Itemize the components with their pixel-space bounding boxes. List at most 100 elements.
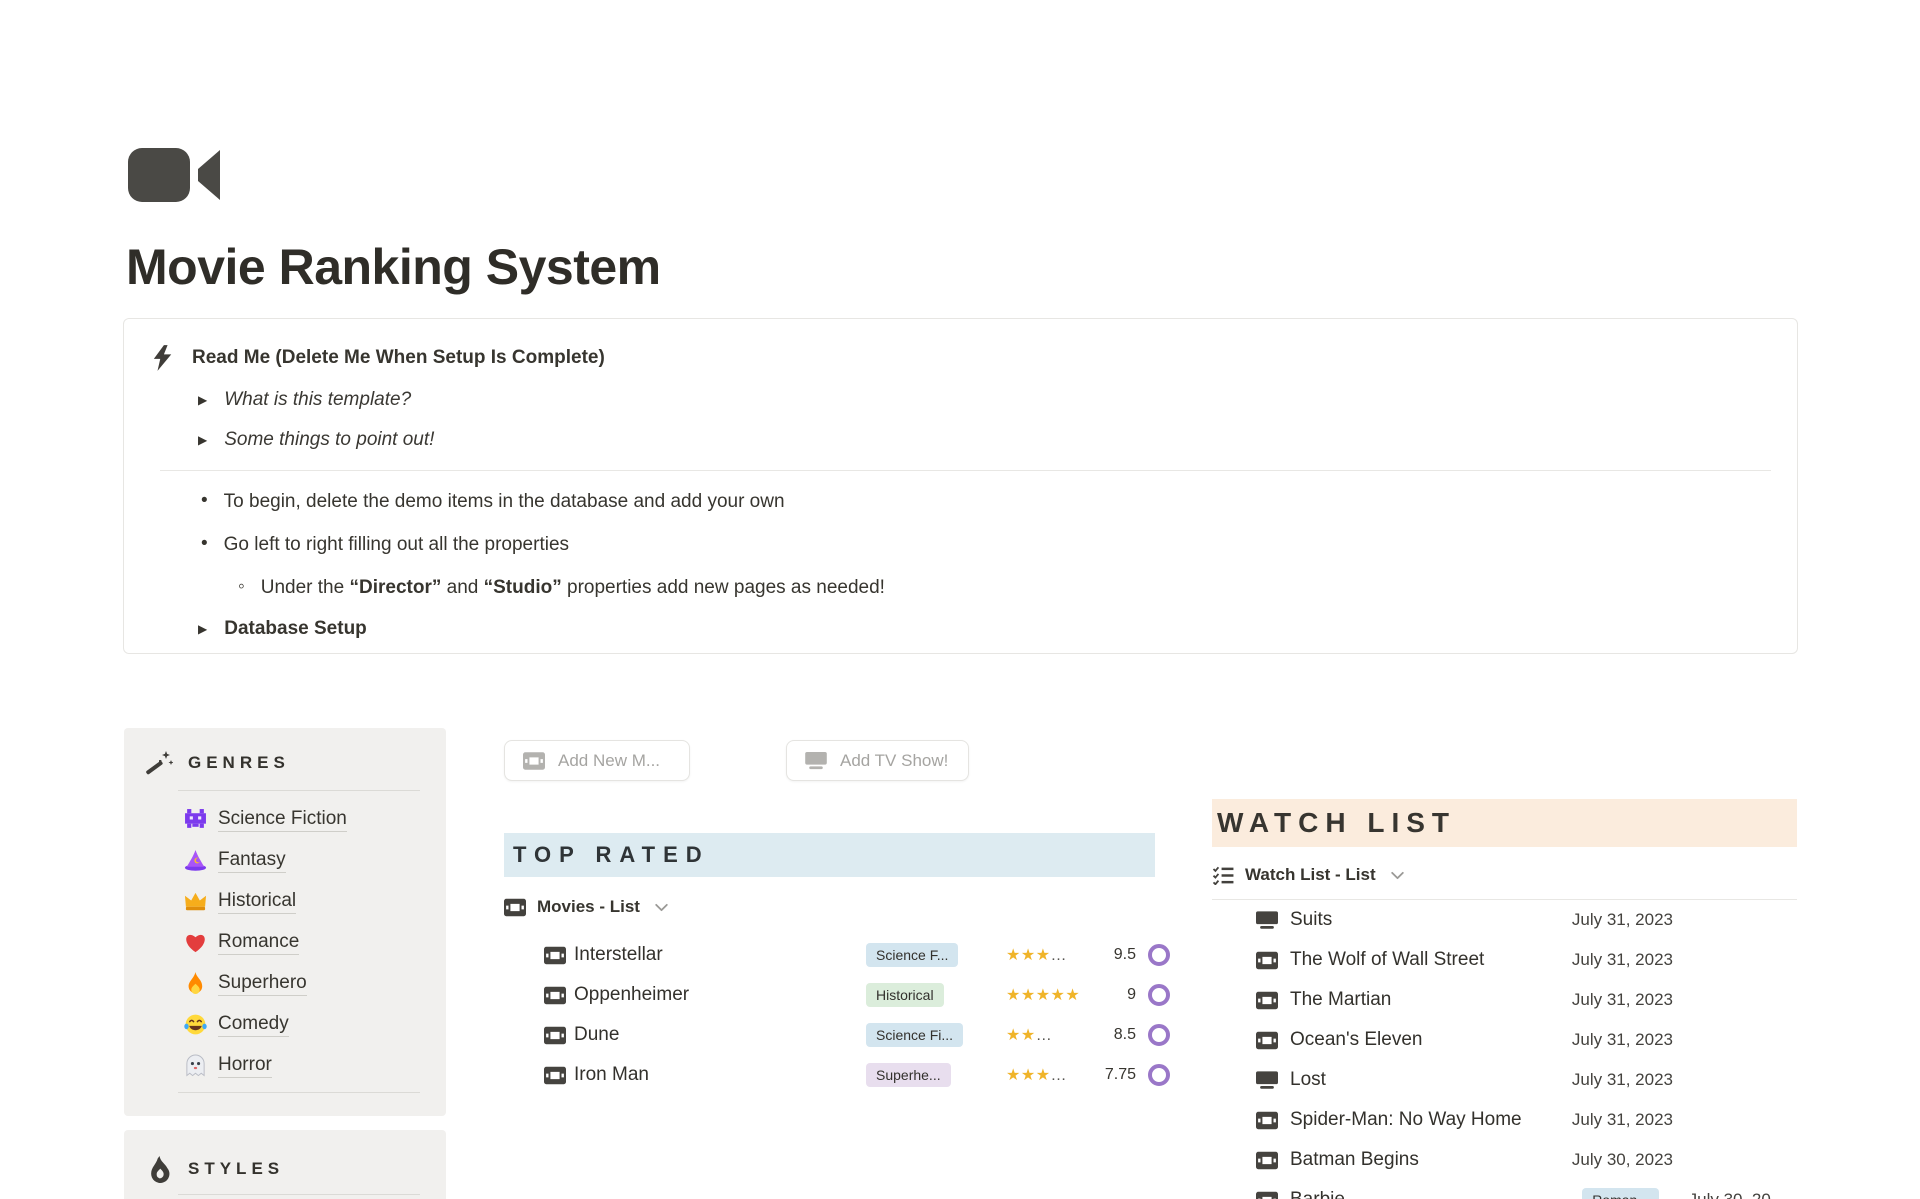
watch-date: July 30, 2023	[1572, 1150, 1673, 1170]
genres-card: GENRES Science Fiction Fantasy Historica…	[124, 728, 446, 1116]
bullet-item: • Go left to right filling out all the p…	[201, 533, 1771, 557]
genre-link[interactable]: Romance	[218, 931, 299, 955]
movie-title[interactable]: Iron Man	[574, 1064, 866, 1086]
genre-tag: Historical	[866, 983, 944, 1007]
toggle-database-setup[interactable]: ▶ Database Setup	[198, 615, 1771, 642]
watch-list-banner: WATCH LIST	[1212, 799, 1797, 847]
movie-title[interactable]: Dune	[574, 1024, 866, 1046]
genre-link-item[interactable]: Romance	[124, 922, 446, 963]
genre-link-item[interactable]: Historical	[124, 881, 446, 922]
video-camera-icon[interactable]	[128, 145, 224, 205]
bullet-icon: •	[201, 490, 208, 512]
watch-list-row[interactable]: Spider-Man: No Way Home July 31, 2023	[1212, 1100, 1797, 1140]
genre-tag: Superhe...	[866, 1063, 951, 1087]
top-rated-column: Add New M... Add TV Show! TOP RATED Movi…	[504, 740, 1164, 1095]
add-tv-show-button[interactable]: Add TV Show!	[786, 740, 969, 781]
genre-tag: Science Fi...	[866, 1023, 963, 1047]
genre-link-item[interactable]: Horror	[124, 1045, 446, 1086]
flame-icon	[146, 1156, 173, 1183]
watch-list-row[interactable]: Lost July 31, 2023	[1212, 1060, 1797, 1100]
watch-date: July 31, 2023	[1572, 1110, 1673, 1130]
toggle-triangle-icon: ▶	[198, 394, 207, 406]
watch-item-title[interactable]: Batman Begins	[1290, 1149, 1572, 1171]
button-label: Add New M...	[558, 751, 660, 771]
watch-item-title[interactable]: Lost	[1290, 1069, 1572, 1091]
movies-list-title: Movies - List	[537, 897, 640, 917]
genre-link-item[interactable]: Comedy	[124, 1004, 446, 1045]
watch-list-row[interactable]: Suits July 31, 2023	[1212, 900, 1797, 940]
watch-item-title[interactable]: Barbie	[1290, 1189, 1582, 1199]
movie-title[interactable]: Oppenheimer	[574, 984, 866, 1006]
movies-list-header[interactable]: Movies - List	[504, 897, 1164, 917]
genre-link-item[interactable]: Science Fiction	[124, 799, 446, 840]
watch-list-row[interactable]: Barbie Roman... July 30, 20...	[1212, 1180, 1797, 1199]
page-title: Movie Ranking System	[126, 238, 661, 296]
toggle-label: Some things to point out!	[224, 429, 434, 451]
tv-icon	[1256, 911, 1278, 930]
genre-link[interactable]: Superhero	[218, 972, 307, 996]
toggle-triangle-icon: ▶	[198, 434, 207, 446]
ghost-icon	[184, 1054, 207, 1077]
rating-value: 7.75	[1105, 1066, 1136, 1084]
movies-list: Interstellar Science F... ★★★… 9.5 Oppen…	[504, 935, 1164, 1095]
genre-link[interactable]: Historical	[218, 890, 296, 914]
watch-list-row[interactable]: The Martian July 31, 2023	[1212, 980, 1797, 1020]
heart-icon	[184, 931, 207, 954]
sub-bullet-text: Under the “Director” and “Studio” proper…	[261, 576, 885, 599]
bold-studio: “Studio”	[484, 577, 562, 598]
watch-list-row[interactable]: Ocean's Eleven July 31, 2023	[1212, 1020, 1797, 1060]
watch-item-title[interactable]: The Martian	[1290, 989, 1572, 1011]
hollow-bullet-icon: ◦	[238, 576, 245, 598]
add-new-movie-button[interactable]: Add New M...	[504, 740, 690, 781]
watch-list-row[interactable]: Batman Begins July 30, 2023	[1212, 1140, 1797, 1180]
movie-row[interactable]: Iron Man Superhe... ★★★… 7.75	[504, 1055, 1164, 1095]
space-invader-icon	[184, 808, 207, 831]
watched-toggle-ring[interactable]	[1148, 1064, 1170, 1086]
star-rating: ★★…	[1006, 1025, 1101, 1045]
button-label: Add TV Show!	[840, 751, 948, 771]
genre-link[interactable]: Science Fiction	[218, 808, 347, 832]
film-frame-icon	[544, 1026, 566, 1045]
watch-item-title[interactable]: Ocean's Eleven	[1290, 1029, 1572, 1051]
watch-list-header[interactable]: Watch List - List	[1212, 865, 1797, 885]
bullet-icon: •	[201, 533, 208, 555]
watch-item-title[interactable]: Spider-Man: No Way Home	[1290, 1109, 1572, 1131]
watch-item-title[interactable]: The Wolf of Wall Street	[1290, 949, 1572, 971]
watch-list-heading: WATCH LIST	[1217, 807, 1456, 839]
watch-date: July 31, 2023	[1572, 1070, 1673, 1090]
toggle-what-is-this-template[interactable]: ▶ What is this template?	[198, 386, 1771, 413]
genre-link[interactable]: Fantasy	[218, 849, 286, 873]
toggle-some-things-to-point-out[interactable]: ▶ Some things to point out!	[198, 426, 1771, 453]
film-frame-icon	[544, 946, 566, 965]
watch-date: July 31, 2023	[1572, 950, 1673, 970]
bold-director: “Director”	[349, 577, 441, 598]
styles-card: STYLES	[124, 1130, 446, 1199]
film-frame-icon	[544, 1066, 566, 1085]
watched-toggle-ring[interactable]	[1148, 944, 1170, 966]
watched-toggle-ring[interactable]	[1148, 984, 1170, 1006]
genre-tag: Science F...	[866, 943, 958, 967]
genre-link-item[interactable]: Fantasy	[124, 840, 446, 881]
chevron-down-icon[interactable]	[1389, 867, 1406, 884]
film-frame-icon	[1256, 1191, 1278, 1199]
film-frame-icon	[504, 898, 526, 917]
genre-list: Science Fiction Fantasy Historical Roman…	[124, 799, 446, 1086]
watch-list-row[interactable]: The Wolf of Wall Street July 31, 2023	[1212, 940, 1797, 980]
movie-row[interactable]: Oppenheimer Historical ★★★★★ 9	[504, 975, 1164, 1015]
rating-value: 9	[1127, 986, 1136, 1004]
divider	[178, 790, 420, 791]
movie-row[interactable]: Interstellar Science F... ★★★… 9.5	[504, 935, 1164, 975]
genre-link[interactable]: Comedy	[218, 1013, 289, 1037]
star-rating: ★★★★★	[1006, 985, 1101, 1005]
notion-page: Movie Ranking System Read Me (Delete Me …	[0, 0, 1920, 1199]
genres-header: GENRES	[124, 748, 446, 778]
watched-toggle-ring[interactable]	[1148, 1024, 1170, 1046]
watch-date: July 30, 20...	[1689, 1190, 1785, 1199]
genre-link[interactable]: Horror	[218, 1054, 272, 1078]
laughing-face-icon	[184, 1013, 207, 1036]
chevron-down-icon[interactable]	[653, 899, 670, 916]
genre-link-item[interactable]: Superhero	[124, 963, 446, 1004]
movie-title[interactable]: Interstellar	[574, 944, 866, 966]
watch-item-title[interactable]: Suits	[1290, 909, 1572, 931]
movie-row[interactable]: Dune Science Fi... ★★… 8.5	[504, 1015, 1164, 1055]
